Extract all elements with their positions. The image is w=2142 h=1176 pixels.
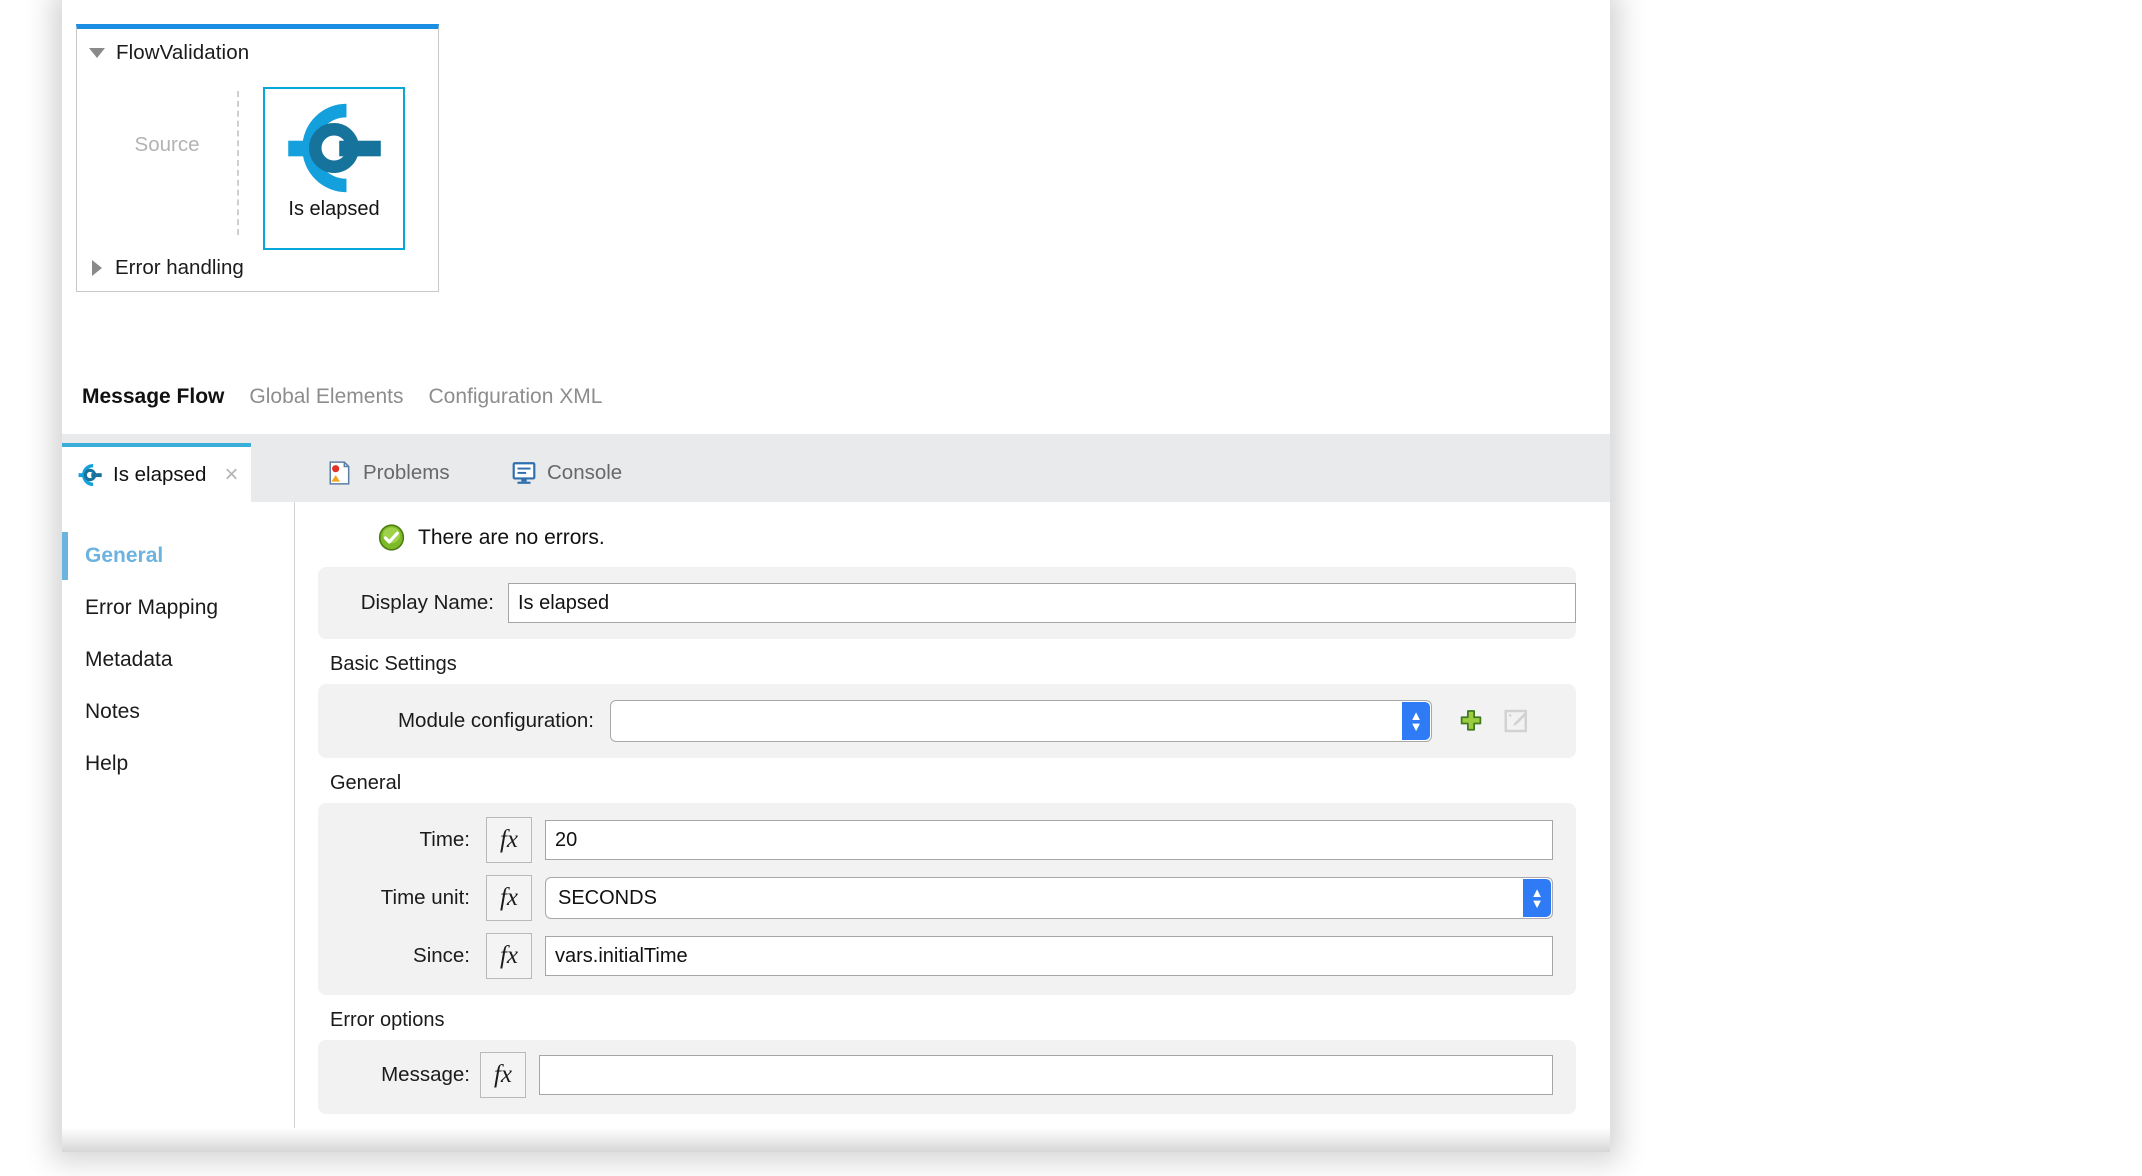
flow-node-is-elapsed[interactable]: Is elapsed	[263, 87, 405, 250]
view-tab-label: Is elapsed	[113, 462, 207, 486]
view-tab-console[interactable]: Console	[496, 443, 635, 502]
error-handling-label: Error handling	[115, 256, 244, 279]
tab-message-flow[interactable]: Message Flow	[76, 385, 230, 409]
status-banner: There are no errors.	[296, 502, 1610, 567]
properties-body: General Error Mapping Metadata Notes Hel…	[62, 502, 1610, 1152]
time-unit-select[interactable]: SECONDS ▲ ▼	[545, 877, 1553, 919]
message-label: Message:	[381, 1063, 470, 1086]
properties-content: There are no errors. Display Name: Basic…	[296, 502, 1610, 1152]
message-input[interactable]	[539, 1055, 1553, 1095]
flow-divider	[237, 91, 239, 235]
module-configuration-label: Module configuration:	[397, 709, 594, 732]
error-options-panel: Message: fx	[318, 1040, 1576, 1114]
window-bottom-edge	[62, 1128, 1610, 1152]
status-text: There are no errors.	[418, 525, 605, 549]
edit-pencil-icon	[1504, 709, 1527, 733]
display-name-label: Display Name:	[360, 591, 494, 614]
display-name-panel: Display Name:	[318, 567, 1576, 639]
flow-body: Source Is elapsed	[77, 77, 438, 250]
flow-container: FlowValidation Source Is elapsed Error h…	[76, 24, 439, 292]
message-fx-button[interactable]: fx	[480, 1052, 526, 1098]
time-fx-button[interactable]: fx	[486, 817, 532, 863]
anypoint-studio-window: FlowValidation Source Is elapsed Error h…	[62, 0, 1610, 1152]
flow-node-label: Is elapsed	[288, 198, 380, 220]
add-module-configuration-button[interactable]	[1454, 704, 1488, 738]
since-label: Since:	[413, 944, 470, 967]
flow-header[interactable]: FlowValidation	[77, 29, 438, 77]
source-placeholder-label[interactable]: Source	[113, 133, 221, 157]
time-unit-fx-button[interactable]: fx	[486, 875, 532, 921]
basic-settings-title: Basic Settings	[330, 653, 457, 675]
since-input[interactable]	[545, 936, 1553, 976]
sidebar-item-notes[interactable]: Notes	[62, 686, 294, 738]
since-fx-button[interactable]: fx	[486, 933, 532, 979]
general-panel: Time: fx Time unit: fx SECONDS ▲▼	[318, 803, 1576, 995]
time-input[interactable]	[545, 820, 1553, 860]
message-field-row: Message: fx	[318, 1046, 1576, 1104]
view-tabbar: Is elapsed × Problems Console	[62, 434, 1610, 502]
plus-icon	[1460, 710, 1482, 731]
is-elapsed-icon	[288, 103, 381, 193]
time-field-row: Time: fx	[318, 811, 1576, 869]
triangle-down-icon[interactable]	[89, 48, 105, 58]
sidebar-item-general[interactable]: General	[62, 530, 294, 582]
view-tab-is-elapsed[interactable]: Is elapsed ×	[62, 443, 252, 502]
chevron-updown-icon[interactable]: ▲ ▼	[1523, 879, 1551, 917]
display-name-input[interactable]	[508, 583, 1576, 623]
triangle-right-icon[interactable]	[92, 260, 102, 276]
tab-global-elements[interactable]: Global Elements	[243, 385, 409, 409]
is-elapsed-icon	[78, 463, 102, 486]
screen: FlowValidation Source Is elapsed Error h…	[0, 0, 2142, 1176]
chevron-updown-icon[interactable]: ▲ ▼	[1402, 702, 1430, 740]
basic-settings-panel: Module configuration: ▲ ▼	[318, 684, 1576, 758]
view-tab-label: Console	[547, 460, 623, 484]
view-tab-label: Problems	[363, 460, 450, 484]
general-section-title: General	[330, 772, 402, 794]
success-check-icon	[378, 524, 405, 551]
module-configuration-select[interactable]: ▲ ▼	[610, 700, 1432, 742]
properties-area: Is elapsed × Problems Console General Er…	[62, 434, 1610, 1152]
flow-canvas: FlowValidation Source Is elapsed Error h…	[62, 0, 1610, 434]
view-tab-problems[interactable]: Problems	[312, 443, 463, 502]
error-options-title: Error options	[330, 1009, 445, 1031]
time-unit-value: SECONDS	[558, 886, 657, 909]
time-unit-label: Time unit:	[380, 886, 470, 909]
sidebar-item-metadata[interactable]: Metadata	[62, 634, 294, 686]
sidebar-item-error-mapping[interactable]: Error Mapping	[62, 582, 294, 634]
properties-sidebar: General Error Mapping Metadata Notes Hel…	[62, 502, 295, 1152]
console-icon	[512, 461, 536, 484]
editor-mode-tabs: Message Flow Global Elements Configurati…	[62, 360, 1610, 434]
since-field-row: Since: fx	[318, 927, 1576, 985]
time-label: Time:	[419, 828, 471, 851]
edit-module-configuration-button[interactable]	[1500, 704, 1534, 738]
time-unit-field-row: Time unit: fx SECONDS ▲ ▼	[318, 869, 1576, 927]
problems-icon	[329, 460, 350, 485]
flow-error-handling-section[interactable]: Error handling	[77, 245, 438, 291]
flow-name: FlowValidation	[116, 41, 250, 64]
sidebar-item-help[interactable]: Help	[62, 738, 294, 790]
close-icon[interactable]: ×	[224, 462, 238, 487]
tab-configuration-xml[interactable]: Configuration XML	[422, 385, 608, 409]
